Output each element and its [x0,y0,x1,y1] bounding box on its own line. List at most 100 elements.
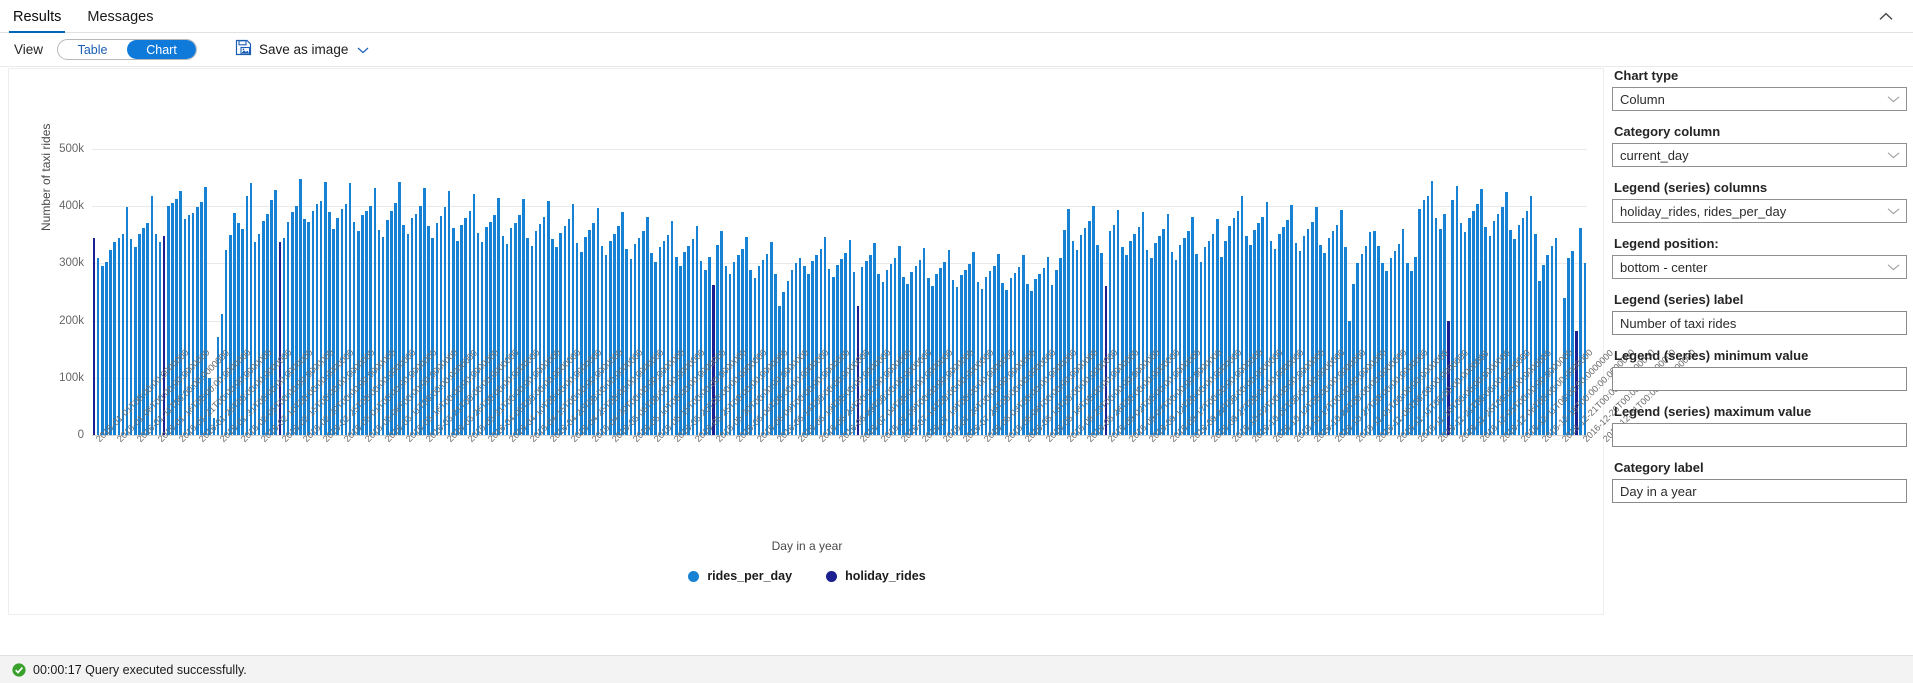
legend-item[interactable]: rides_per_day [688,569,792,583]
chart-bar[interactable] [1464,232,1467,435]
chart-bar[interactable] [97,258,100,435]
chart-bar[interactable] [535,231,538,435]
property-dropdown[interactable]: bottom - center [1612,255,1907,279]
chart-bar[interactable] [720,231,723,435]
chevron-down-icon[interactable] [1880,151,1906,159]
legend-swatch-icon [688,571,699,582]
chart-bar[interactable] [1113,225,1116,435]
chart-bar[interactable] [737,255,740,435]
chart-bar[interactable] [820,249,823,435]
chart-bar[interactable] [1377,246,1380,435]
chart-bar[interactable] [1150,258,1153,435]
chart-bar[interactable] [497,198,500,435]
results-tabstrip: Results Messages [0,0,1913,33]
chevron-down-icon[interactable] [1880,263,1906,271]
property-field-label: Legend (series) minimum value [1614,348,1907,363]
property-text-input[interactable]: Day in a year [1612,479,1907,503]
chart-bar[interactable] [1427,196,1430,435]
property-field-label: Category column [1614,124,1907,139]
chart-bar[interactable] [118,238,121,435]
status-bar: 00:00:17 Query executed successfully. [0,655,1913,683]
chart-bar[interactable] [1431,181,1434,435]
property-field: Legend (series) columnsholiday_rides, ri… [1612,180,1907,223]
property-text-input[interactable] [1612,367,1907,391]
legend-swatch-icon [826,571,837,582]
chevron-down-icon[interactable] [357,46,369,54]
chevron-down-icon[interactable] [1880,207,1906,215]
chart-bar[interactable] [617,226,620,435]
chart-bar[interactable] [675,257,678,435]
view-mode-toggle[interactable]: Table Chart [57,39,197,60]
chart-bar[interactable] [1484,227,1487,435]
property-field-label: Legend (series) maximum value [1614,404,1907,419]
chart-bar[interactable] [167,206,170,435]
chart-bar[interactable] [126,207,129,435]
chevron-up-icon[interactable] [1869,4,1903,28]
property-field: Legend (series) minimum value [1612,348,1907,391]
y-axis-title: Number of taxi rides [39,213,53,231]
chart-bar[interactable] [1257,223,1260,435]
chart-bar[interactable] [452,228,455,435]
chart-bar[interactable] [287,222,290,435]
x-axis-tick-labels: 2016-01-01T00:00:00.00000002016-01-06T00… [92,437,1587,533]
x-axis-title: Day in a year [9,539,1605,553]
chart-bar[interactable] [1274,249,1277,435]
property-value: bottom - center [1613,260,1880,275]
property-dropdown[interactable]: holiday_rides, rides_per_day [1612,199,1907,223]
chart-bar[interactable] [184,219,187,435]
save-image-icon [235,39,252,61]
chart-bar[interactable] [270,200,273,435]
y-axis-tick-label: 100k [14,372,84,384]
legend-item[interactable]: holiday_rides [826,569,926,583]
property-text-input[interactable] [1612,423,1907,447]
chart-bar-holiday[interactable] [93,238,96,435]
y-axis-tick-label: 300k [14,257,84,269]
y-axis-tick-label: 400k [14,200,84,212]
view-mode-chart-label: Chart [146,43,177,57]
property-dropdown[interactable]: current_day [1612,143,1907,167]
property-field-label: Legend (series) label [1614,292,1907,307]
view-mode-chart-button[interactable]: Chart [127,40,196,59]
property-field-label: Legend position: [1614,236,1907,251]
chart-bar[interactable] [113,242,116,435]
chart-bar[interactable] [531,246,534,435]
chart-bar[interactable] [105,262,108,435]
gridline [92,149,1587,150]
chart-bar[interactable] [514,223,517,435]
y-axis-tick-label: 200k [14,315,84,327]
chart-bar[interactable] [109,250,112,435]
chart-bar[interactable] [398,182,401,435]
legend-item-label: holiday_rides [845,569,926,583]
property-value: holiday_rides, rides_per_day [1613,204,1880,219]
tab-messages[interactable]: Messages [74,10,166,33]
chart-bar[interactable] [1047,257,1050,435]
success-check-icon [12,663,26,677]
view-mode-table-label: Table [78,43,108,57]
property-text-input[interactable]: Number of taxi rides [1612,311,1907,335]
property-value: Day in a year [1613,484,1906,499]
chart-bar[interactable] [1530,196,1533,435]
property-field-label: Category label [1614,460,1907,475]
chart-properties-panel: Chart typeColumnCategory columncurrent_d… [1612,68,1907,516]
tab-results[interactable]: Results [0,10,74,33]
chart-bar[interactable] [840,259,843,435]
chart-bar[interactable] [1241,196,1244,435]
save-as-image-button[interactable]: Save as image [235,39,369,61]
view-mode-table-button[interactable]: Table [58,40,127,59]
chart-bar[interactable] [1278,234,1281,435]
chevron-down-icon[interactable] [1880,95,1906,103]
chart-bar[interactable] [307,222,310,435]
tab-messages-label: Messages [87,9,153,25]
chart-bar[interactable] [1402,229,1405,435]
tab-results-label: Results [13,9,61,25]
y-axis-tick-label: 0 [14,429,84,441]
chart-bar[interactable] [101,266,104,435]
chart-bar[interactable] [122,234,125,435]
property-field: Category label Day in a year [1612,460,1907,503]
property-dropdown[interactable]: Column [1612,87,1907,111]
chart-bar[interactable] [142,228,145,435]
chart-bar[interactable] [799,258,802,435]
chart-bar[interactable] [1133,234,1136,435]
chart-bar[interactable] [394,203,397,435]
chart-bar[interactable] [1171,252,1174,435]
